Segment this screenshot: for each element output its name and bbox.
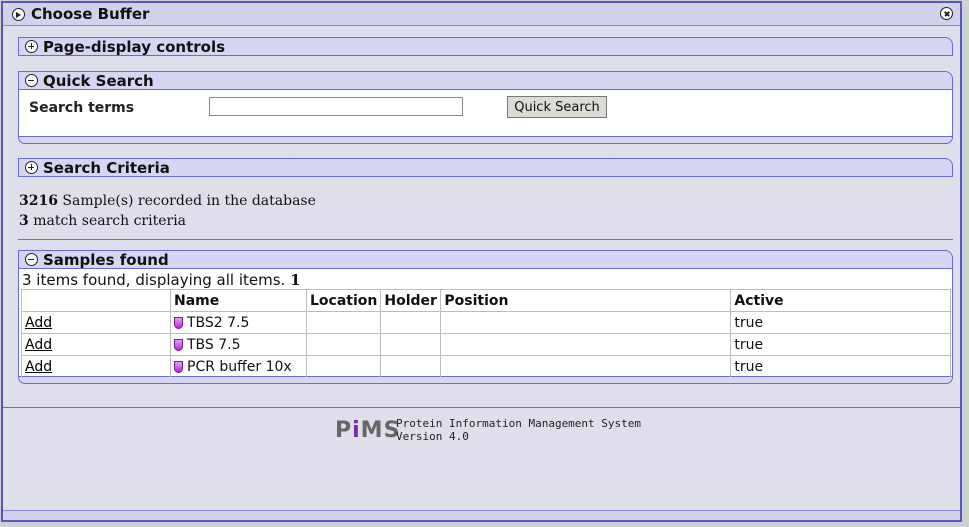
column-header[interactable]: Location: [305, 289, 382, 312]
sample-tube-icon: [174, 360, 183, 373]
choose-buffer-dialog: Choose Buffer Page-display controls Quic…: [1, 1, 962, 522]
sample-name: TBS 7.5: [187, 336, 241, 353]
sample-position: [440, 355, 732, 378]
table-row: Add TBS 7.5 true: [21, 333, 952, 356]
pims-name: Protein Information Management System: [396, 417, 642, 430]
dialog-title: Choose Buffer: [31, 5, 150, 23]
quick-search-panel: Search terms Quick Search: [18, 90, 953, 137]
sample-position: [440, 333, 732, 356]
add-link[interactable]: Add: [25, 359, 52, 375]
sample-holder: [380, 333, 442, 356]
pims-caption: Protein Information Management System Ve…: [396, 417, 641, 443]
search-input[interactable]: [209, 97, 463, 116]
dialog-titlebar: Choose Buffer: [3, 3, 960, 26]
collapse-arrow-icon[interactable]: [12, 8, 25, 21]
sample-position: [440, 311, 732, 334]
add-link[interactable]: Add: [25, 337, 52, 353]
quick-search-footer: [18, 137, 953, 144]
quick-search-header[interactable]: Quick Search: [18, 71, 953, 90]
sample-name: TBS2 7.5: [187, 314, 250, 331]
column-header[interactable]: Active: [730, 289, 952, 312]
divider: [18, 239, 953, 240]
table-row: Add TBS2 7.5 true: [21, 311, 952, 334]
match-count: 3: [19, 213, 29, 229]
sample-active: true: [730, 355, 952, 378]
samples-found-header[interactable]: Samples found: [18, 250, 953, 269]
quick-search-label: Quick Search: [43, 72, 154, 90]
search-terms-label: Search terms: [29, 100, 135, 116]
collapse-minus-icon[interactable]: [25, 74, 38, 87]
add-link[interactable]: Add: [25, 315, 52, 331]
samples-found-label: Samples found: [43, 251, 169, 269]
samples-found-panel: 3 items found, displaying all items. 1 N…: [18, 269, 953, 378]
sample-holder: [380, 355, 442, 378]
sample-active: true: [730, 333, 952, 356]
sample-holder: [380, 311, 442, 334]
table-row: Add PCR buffer 10x true: [21, 355, 952, 378]
recorded-count: 3216: [19, 193, 58, 209]
pims-version: Version 4.0: [396, 430, 469, 443]
sample-location: [305, 311, 382, 334]
results-table: Name Location Holder Position Active Add…: [21, 289, 952, 378]
search-criteria-label: Search Criteria: [43, 159, 170, 177]
sample-tube-icon: [174, 338, 183, 351]
page-display-label: Page-display controls: [43, 38, 226, 56]
column-header[interactable]: Position: [440, 289, 732, 312]
close-icon[interactable]: [940, 7, 953, 20]
recorded-text: Sample(s) recorded in the database: [62, 193, 316, 209]
match-count-line: 3 match search criteria: [19, 213, 186, 229]
table-header-row: Name Location Holder Position Active: [21, 289, 952, 312]
column-header: [21, 289, 171, 312]
sample-active: true: [730, 311, 952, 334]
search-criteria-header[interactable]: Search Criteria: [18, 158, 953, 177]
sample-name: PCR buffer 10x: [187, 358, 292, 375]
expand-plus-icon[interactable]: [25, 161, 38, 174]
expand-plus-icon[interactable]: [25, 40, 38, 53]
column-header[interactable]: Name: [170, 289, 307, 312]
pims-logo: PiMS: [335, 418, 401, 443]
quick-search-button[interactable]: Quick Search: [507, 96, 607, 118]
match-text: match search criteria: [33, 213, 187, 229]
page-number-link[interactable]: 1: [290, 271, 300, 289]
column-header[interactable]: Holder: [380, 289, 442, 312]
sample-tube-icon: [174, 316, 183, 329]
page-footer: PiMS Protein Information Management Syst…: [3, 407, 960, 512]
results-summary: 3 items found, displaying all items. 1: [22, 271, 301, 289]
page-display-header[interactable]: Page-display controls: [18, 37, 953, 56]
sample-location: [305, 355, 382, 378]
sample-location: [305, 333, 382, 356]
recorded-count-line: 3216 Sample(s) recorded in the database: [19, 193, 316, 209]
samples-found-footer: [18, 377, 953, 384]
results-summary-text: 3 items found, displaying all items.: [22, 271, 286, 289]
collapse-minus-icon[interactable]: [25, 253, 38, 266]
dialog-bottom-bar: [3, 510, 960, 520]
